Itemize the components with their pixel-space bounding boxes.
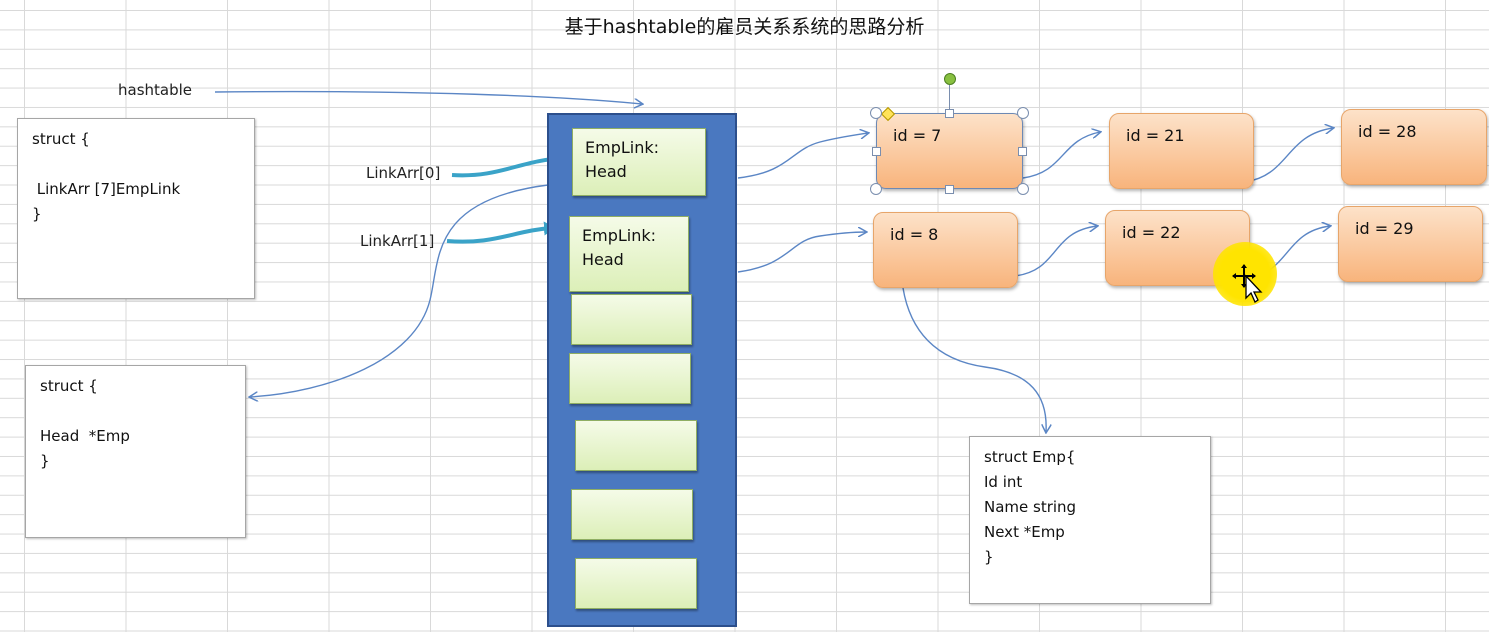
emplink-struct-box[interactable]: struct { Head *Emp } — [25, 365, 246, 538]
rotate-handle-stem — [949, 85, 950, 109]
head-to-struct-arrow — [250, 184, 549, 397]
emp-struct-box[interactable]: struct Emp{ Id int Name string Next *Emp… — [969, 436, 1211, 604]
bucket-cell-line: Head — [582, 250, 624, 269]
code-line: LinkArr [7]EmpLink — [32, 180, 181, 198]
bucket-cell-line: EmpLink: — [582, 226, 657, 245]
bucket-cell-4[interactable] — [575, 420, 697, 471]
rotate-handle[interactable] — [944, 73, 956, 85]
bucket-cell-6[interactable] — [575, 558, 697, 609]
bucket0-to-node-arrow — [737, 133, 868, 179]
code-line: } — [984, 548, 994, 566]
bucket-cell-3[interactable] — [569, 353, 691, 404]
code-line: Id int — [984, 473, 1023, 491]
code-line: } — [40, 452, 50, 470]
hashtable-label: hashtable — [118, 81, 193, 99]
emp-node-28[interactable]: id = 28 — [1341, 109, 1487, 185]
linkarr1-arrow — [446, 221, 556, 244]
code-line: } — [32, 205, 42, 223]
resize-handle-right[interactable] — [1018, 147, 1027, 156]
hashtable-pointer-arrow — [214, 90, 642, 104]
resize-handle-left[interactable] — [872, 147, 881, 156]
bucket-cell-line: Head — [585, 162, 627, 181]
linkarr1-label: LinkArr[1] — [360, 232, 435, 250]
resize-handle-bottom-right[interactable] — [1017, 183, 1029, 195]
resize-handle-bottom-left[interactable] — [870, 183, 882, 195]
code-line: Name string — [984, 498, 1077, 516]
hashtable-struct-box[interactable]: struct { LinkArr [7]EmpLink } — [17, 118, 255, 299]
node21-to-node28-arrow — [1244, 128, 1333, 183]
move-cursor-icon — [1232, 264, 1263, 303]
node8-to-emp-struct-arrow — [902, 287, 1046, 432]
resize-handle-top-right[interactable] — [1017, 107, 1029, 119]
bucket-cell-line: EmpLink: — [585, 138, 660, 157]
emp-node-29[interactable]: id = 29 — [1338, 206, 1483, 282]
resize-handle-top[interactable] — [945, 109, 954, 118]
code-line: Next *Emp — [984, 523, 1065, 541]
emp-node-21[interactable]: id = 21 — [1109, 113, 1254, 189]
code-line: struct { — [32, 130, 90, 148]
code-line: struct Emp{ — [984, 448, 1076, 466]
resize-handle-top-left[interactable] — [870, 107, 882, 119]
bucket-cell-2[interactable] — [571, 294, 692, 345]
code-line: Head *Emp — [40, 427, 130, 445]
node8-to-node22-arrow — [1014, 226, 1097, 277]
bucket-cell-1[interactable]: EmpLink: Head — [569, 216, 689, 292]
bucket-cell-0[interactable]: EmpLink: Head — [572, 128, 706, 196]
resize-handle-bottom[interactable] — [945, 185, 954, 194]
bucket-cell-5[interactable] — [571, 489, 693, 540]
emp-node-7[interactable]: id = 7 — [876, 113, 1023, 189]
bucket1-to-node-arrow — [737, 232, 866, 273]
linkarr0-label: LinkArr[0] — [366, 164, 441, 182]
node7-to-node21-arrow — [1022, 132, 1100, 179]
code-line: struct { — [40, 377, 98, 395]
emp-node-8[interactable]: id = 8 — [873, 212, 1018, 288]
